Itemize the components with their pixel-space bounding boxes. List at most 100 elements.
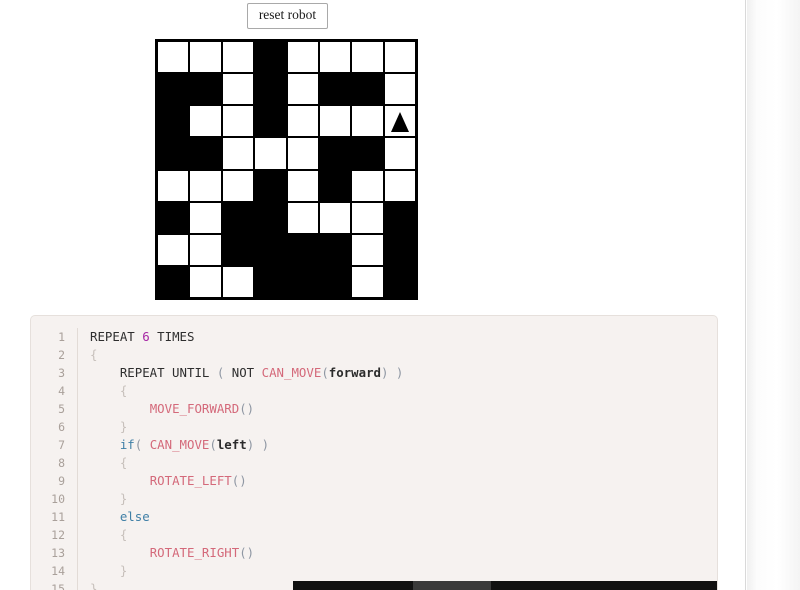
grid-cell-6-7[interactable] <box>383 233 416 266</box>
code-line-text[interactable]: } <box>77 490 717 508</box>
grid-cell-4-2[interactable] <box>221 169 255 202</box>
code-scroll-area[interactable]: 1 REPEAT 6 TIMES 2{3 REPEAT UNTIL ( NOT CA… <box>31 316 717 590</box>
code-scrollbar-thumb-grip[interactable] <box>413 581 491 590</box>
code-line-text[interactable]: if( CAN_MOVE(left) ) <box>77 436 717 454</box>
grid-cell-7-4[interactable] <box>286 265 319 298</box>
grid-cell-0-0[interactable] <box>157 41 190 74</box>
grid-cell-4-1[interactable] <box>189 169 222 202</box>
code-line[interactable]: 7 if( CAN_MOVE(left) ) <box>31 436 717 454</box>
grid-cell-1-6[interactable] <box>351 73 384 106</box>
code-line-text[interactable]: } <box>77 562 717 580</box>
code-editor[interactable]: 1 REPEAT 6 TIMES 2{3 REPEAT UNTIL ( NOT CA… <box>30 315 718 590</box>
code-line-text[interactable]: else <box>77 508 717 526</box>
grid-cell-3-4[interactable] <box>286 137 319 170</box>
grid-cell-1-0[interactable] <box>157 73 190 106</box>
code-line-text[interactable]: ROTATE_RIGHT() <box>77 544 717 562</box>
code-line[interactable]: 3 REPEAT UNTIL ( NOT CAN_MOVE(forward) ) <box>31 364 717 382</box>
grid-cell-4-7[interactable] <box>383 169 416 202</box>
grid-cell-6-5[interactable] <box>318 233 352 266</box>
grid-cell-7-5[interactable] <box>318 265 352 298</box>
robot-grid[interactable] <box>155 39 418 300</box>
grid-cell-2-7[interactable] <box>383 105 416 138</box>
grid-cell-3-7[interactable] <box>383 137 416 170</box>
reset-robot-button[interactable]: reset robot <box>246 3 329 29</box>
grid-cell-5-6[interactable] <box>351 201 384 234</box>
code-horizontal-scrollbar[interactable] <box>293 581 717 590</box>
grid-cell-3-0[interactable] <box>157 137 190 170</box>
code-line[interactable]: 11 else <box>31 508 717 526</box>
grid-cell-2-4[interactable] <box>286 105 319 138</box>
grid-cell-0-3[interactable] <box>254 41 287 74</box>
grid-cell-3-2[interactable] <box>221 137 255 170</box>
grid-cell-7-6[interactable] <box>351 265 384 298</box>
code-line[interactable]: 1 REPEAT 6 TIMES <box>31 328 717 346</box>
code-line[interactable]: 10 } <box>31 490 717 508</box>
grid-cell-3-3[interactable] <box>254 137 287 170</box>
grid-cell-7-0[interactable] <box>157 265 190 298</box>
grid-cell-5-1[interactable] <box>189 201 222 234</box>
grid-cell-0-1[interactable] <box>189 41 222 74</box>
grid-cell-1-1[interactable] <box>189 73 222 106</box>
grid-cell-2-3[interactable] <box>254 105 287 138</box>
grid-cell-3-6[interactable] <box>351 137 384 170</box>
grid-cell-5-3[interactable] <box>254 201 287 234</box>
code-line[interactable]: 6 } <box>31 418 717 436</box>
code-line[interactable]: 5 MOVE_FORWARD() <box>31 400 717 418</box>
grid-cell-7-1[interactable] <box>189 265 222 298</box>
grid-cell-0-5[interactable] <box>318 41 352 74</box>
grid-cell-6-2[interactable] <box>221 233 255 266</box>
grid-cell-6-6[interactable] <box>351 233 384 266</box>
grid-cell-2-2[interactable] <box>221 105 255 138</box>
code-line-text[interactable]: { <box>77 526 717 544</box>
grid-cell-2-0[interactable] <box>157 105 190 138</box>
code-line-text[interactable]: { <box>77 382 717 400</box>
grid-cell-5-0[interactable] <box>157 201 190 234</box>
grid-cell-3-1[interactable] <box>189 137 222 170</box>
grid-cell-0-2[interactable] <box>221 41 255 74</box>
grid-cell-4-6[interactable] <box>351 169 384 202</box>
code-line[interactable]: 4 { <box>31 382 717 400</box>
grid-cell-1-5[interactable] <box>318 73 352 106</box>
grid-cell-0-6[interactable] <box>351 41 384 74</box>
code-line-text[interactable]: ROTATE_LEFT() <box>77 472 717 490</box>
grid-cell-1-7[interactable] <box>383 73 416 106</box>
code-line-text[interactable]: { <box>77 346 717 364</box>
grid-cell-0-7[interactable] <box>383 41 416 74</box>
grid-cell-1-2[interactable] <box>221 73 255 106</box>
grid-cell-7-2[interactable] <box>221 265 255 298</box>
grid-cell-7-3[interactable] <box>254 265 287 298</box>
code-line-text[interactable]: REPEAT UNTIL ( NOT CAN_MOVE(forward) ) <box>77 364 717 382</box>
grid-cell-4-0[interactable] <box>157 169 190 202</box>
grid-cell-5-5[interactable] <box>318 201 352 234</box>
code-line[interactable]: 14 } <box>31 562 717 580</box>
grid-cell-1-4[interactable] <box>286 73 319 106</box>
code-line[interactable]: 13 ROTATE_RIGHT() <box>31 544 717 562</box>
grid-cell-5-4[interactable] <box>286 201 319 234</box>
code-line[interactable]: 12 { <box>31 526 717 544</box>
code-line[interactable]: 8 { <box>31 454 717 472</box>
grid-cell-6-0[interactable] <box>157 233 190 266</box>
code-line-text[interactable]: REPEAT 6 TIMES <box>77 328 717 346</box>
code-line-text[interactable]: } <box>77 418 717 436</box>
code-line-text[interactable]: { <box>77 454 717 472</box>
grid-cell-1-3[interactable] <box>254 73 287 106</box>
code-line[interactable]: 9 ROTATE_LEFT() <box>31 472 717 490</box>
grid-cell-6-1[interactable] <box>189 233 222 266</box>
grid-cell-0-4[interactable] <box>286 41 319 74</box>
code-scrollbar-thumb[interactable] <box>293 581 717 590</box>
grid-cell-2-1[interactable] <box>189 105 222 138</box>
grid-cell-4-5[interactable] <box>318 169 352 202</box>
grid-cell-2-5[interactable] <box>318 105 352 138</box>
grid-cell-3-5[interactable] <box>318 137 352 170</box>
code-line[interactable]: 2{ <box>31 346 717 364</box>
grid-cell-2-6[interactable] <box>351 105 384 138</box>
grid-cell-6-4[interactable] <box>286 233 319 266</box>
grid-cell-5-2[interactable] <box>221 201 255 234</box>
grid-cell-4-3[interactable] <box>254 169 287 202</box>
grid-cell-7-7[interactable] <box>383 265 416 298</box>
grid-cell-5-7[interactable] <box>383 201 416 234</box>
code-line-text[interactable]: MOVE_FORWARD() <box>77 400 717 418</box>
line-number: 5 <box>58 402 65 416</box>
grid-cell-4-4[interactable] <box>286 169 319 202</box>
grid-cell-6-3[interactable] <box>254 233 287 266</box>
